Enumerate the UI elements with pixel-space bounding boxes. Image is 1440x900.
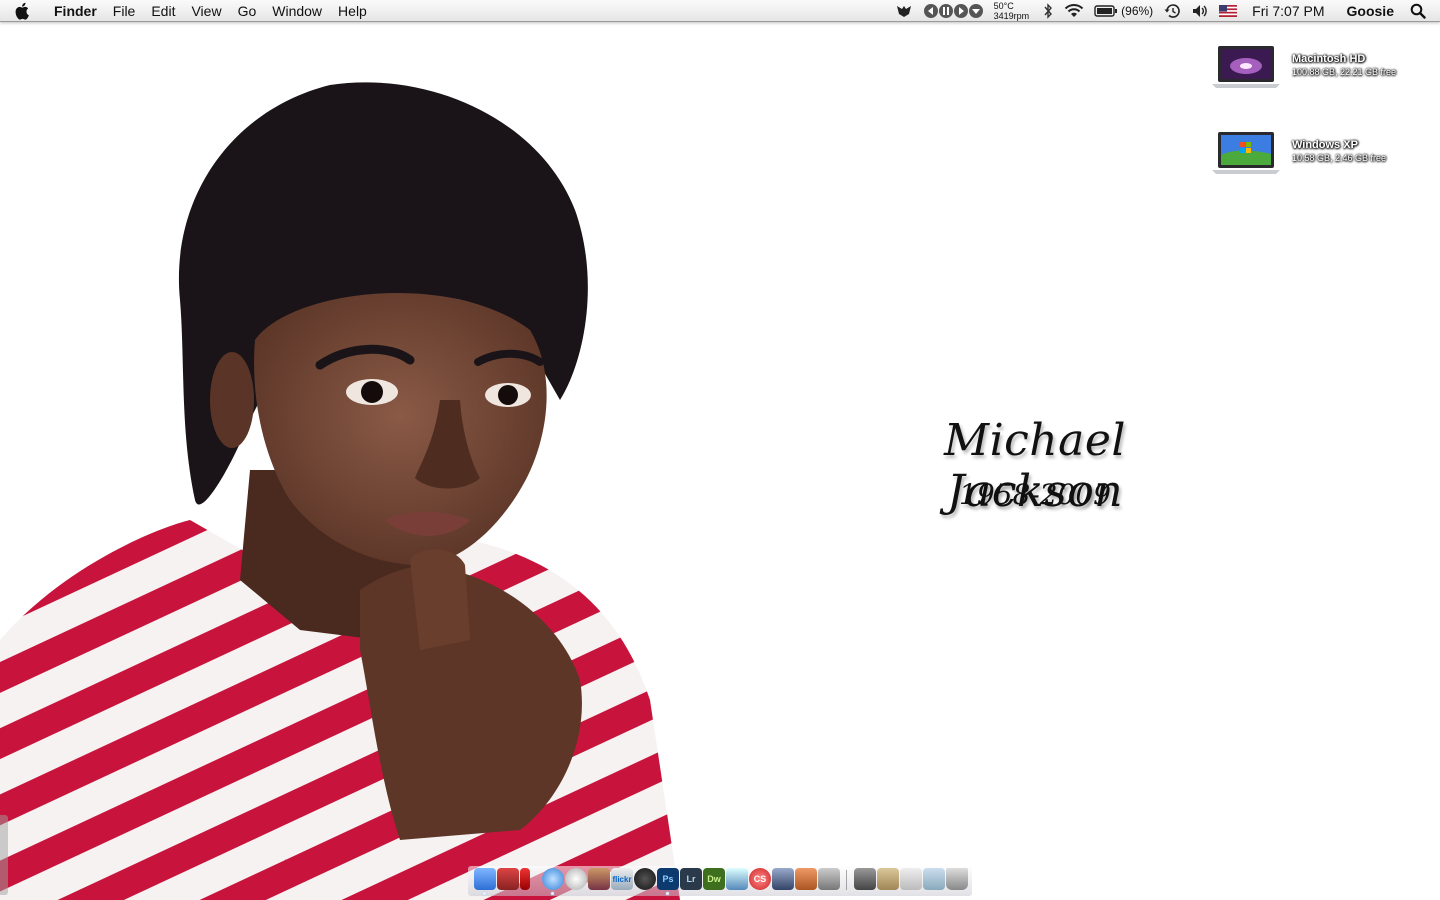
volume-icon: [1193, 5, 1207, 17]
dock-safari-icon[interactable]: [542, 868, 564, 890]
temperature-text: 50°C: [993, 1, 1014, 11]
apple-menu[interactable]: [0, 0, 46, 22]
time-machine-menu[interactable]: [1158, 0, 1186, 22]
dock-iphoto-icon[interactable]: [588, 868, 610, 890]
dock-creative-suite-icon[interactable]: CS: [749, 868, 771, 890]
dock-documents-stack-icon[interactable]: [900, 868, 922, 890]
menu-clock[interactable]: Fri 7:07 PM: [1242, 0, 1334, 22]
menu-bar: Finder File Edit View Go Window Help 50°…: [0, 0, 1440, 22]
wallpaper-years-text: 1958-2009: [959, 478, 1111, 511]
dock-compass-icon[interactable]: [565, 868, 587, 890]
desktop-disk-windows-xp[interactable]: Windows XP 10.58 GB, 2.46 GB free: [1210, 130, 1430, 180]
wifi-menu[interactable]: [1059, 0, 1089, 22]
menu-go[interactable]: Go: [230, 0, 265, 22]
running-indicator: [551, 892, 554, 895]
dock-dreamweaver-icon[interactable]: Dw: [703, 868, 725, 890]
menu-view[interactable]: View: [183, 0, 229, 22]
menu-edit[interactable]: Edit: [143, 0, 183, 22]
spotlight-button[interactable]: [1406, 0, 1440, 22]
macbook-drive-icon: [1212, 132, 1280, 174]
dock-photoshop-icon[interactable]: Ps: [657, 868, 679, 890]
battery-icon: [1094, 5, 1118, 17]
dock: flickr Ps Lr Dw CS: [468, 866, 972, 896]
apple-icon: [15, 2, 29, 20]
menu-help[interactable]: Help: [330, 0, 375, 22]
menu-window[interactable]: Window: [264, 0, 330, 22]
battery-menu[interactable]: (96%): [1089, 0, 1158, 22]
disk-name: Windows XP: [1292, 139, 1358, 151]
us-flag-icon: [1219, 5, 1238, 17]
dock-system-preferences-icon[interactable]: [818, 868, 840, 890]
dock-applications-stack-icon[interactable]: [877, 868, 899, 890]
dock-trash-icon[interactable]: [946, 868, 968, 890]
dock-flickr-icon[interactable]: flickr: [611, 868, 633, 890]
macbook-drive-icon: [1212, 46, 1280, 88]
disk-info: 100.88 GB, 22.21 GB free: [1292, 67, 1397, 77]
dock-dvd-player-icon[interactable]: [634, 868, 656, 890]
portrait-image: [0, 82, 680, 900]
running-indicator: [666, 892, 669, 895]
running-indicator: [483, 892, 486, 895]
desktop-disk-macintosh-hd[interactable]: Macintosh HD 100.88 GB, 22.21 GB free: [1210, 44, 1430, 94]
dock-keynote-icon[interactable]: [795, 868, 817, 890]
spotlight-search-icon: [1410, 3, 1426, 19]
disk-info: 10.58 GB, 2.46 GB free: [1292, 153, 1387, 163]
bluetooth-menu[interactable]: [1037, 0, 1059, 22]
fast-user-switching[interactable]: Goosie: [1335, 0, 1406, 22]
dock-finder-icon[interactable]: [474, 868, 496, 890]
dock-separator: [846, 870, 847, 890]
temperature-readout[interactable]: 50°C 3419rpm: [990, 0, 1038, 22]
fan-speed-text: 3419rpm: [993, 11, 1030, 21]
dock-lightroom-icon[interactable]: Lr: [680, 868, 702, 890]
disk-name: Macintosh HD: [1292, 53, 1366, 65]
dock-itunes-icon[interactable]: [726, 868, 748, 890]
screen-edge-handle: [0, 815, 8, 895]
dock-marker-icon[interactable]: [520, 868, 530, 890]
menu-file[interactable]: File: [105, 0, 144, 22]
dock-photo-booth-icon[interactable]: [497, 868, 519, 890]
dock-downloads-stack-icon[interactable]: [923, 868, 945, 890]
dock-screenshots-stack-icon[interactable]: [854, 868, 876, 890]
input-source-menu[interactable]: [1214, 0, 1242, 22]
paw-icon: [896, 6, 911, 17]
battery-percent-text: (96%): [1121, 4, 1154, 18]
wifi-icon: [1064, 4, 1084, 17]
bluetooth-icon: [1044, 3, 1053, 19]
dock-pen-tool-icon[interactable]: [772, 868, 794, 890]
time-machine-icon: [1164, 4, 1180, 18]
volume-menu[interactable]: [1186, 0, 1214, 22]
menu-app-finder[interactable]: Finder: [46, 0, 105, 22]
media-controls-icon: [923, 4, 983, 18]
itunes-controls[interactable]: [918, 0, 990, 22]
growl-menu[interactable]: [890, 0, 918, 22]
